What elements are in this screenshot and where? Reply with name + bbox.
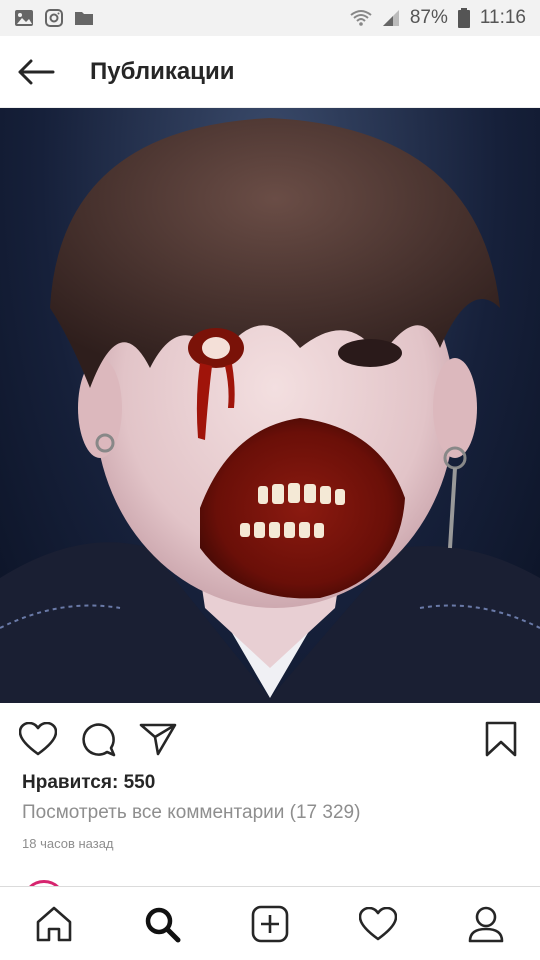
- add-icon: [251, 905, 289, 942]
- arrow-left-icon: [18, 59, 55, 84]
- signal-icon: [382, 10, 399, 26]
- nav-add-button[interactable]: [243, 897, 297, 951]
- instagram-icon: [45, 9, 63, 27]
- clock: 11:16: [479, 7, 526, 28]
- back-button[interactable]: [0, 36, 72, 108]
- bookmark-icon: [485, 721, 517, 757]
- battery-icon: [457, 8, 470, 28]
- like-button[interactable]: [18, 719, 58, 759]
- share-icon: [139, 723, 177, 756]
- post-image-illustration: [0, 118, 540, 703]
- image-icon: [15, 10, 33, 26]
- bookmark-button[interactable]: [481, 719, 521, 759]
- post-image[interactable]: [0, 108, 540, 703]
- likes-count[interactable]: Нравится: 550: [22, 772, 155, 794]
- search-icon: [145, 907, 181, 942]
- wifi-icon: [350, 10, 372, 26]
- app-header: Публикации: [0, 36, 540, 108]
- profile-icon: [468, 906, 504, 942]
- bottom-nav: [0, 886, 540, 960]
- battery-percent: 87%: [409, 7, 448, 28]
- status-bar: 87% 11:16: [0, 0, 540, 36]
- view-all-comments-link[interactable]: Посмотреть все комментарии (17 329): [22, 802, 360, 824]
- status-right: 87% 11:16: [350, 7, 526, 29]
- post-timestamp: 18 часов назад: [22, 836, 114, 851]
- activity-heart-icon: [359, 906, 397, 940]
- home-icon: [36, 906, 72, 941]
- nav-home-button[interactable]: [27, 897, 81, 951]
- folder-icon: [75, 12, 93, 25]
- nav-activity-button[interactable]: [351, 897, 405, 951]
- comment-icon: [82, 723, 116, 757]
- heart-icon: [19, 722, 57, 756]
- status-left: [14, 9, 94, 27]
- nav-search-button[interactable]: [135, 897, 189, 951]
- post-actions: [0, 703, 540, 773]
- comment-button[interactable]: [78, 719, 118, 759]
- page-title: Публикации: [90, 57, 235, 85]
- nav-profile-button[interactable]: [459, 897, 513, 951]
- share-button[interactable]: [138, 719, 178, 759]
